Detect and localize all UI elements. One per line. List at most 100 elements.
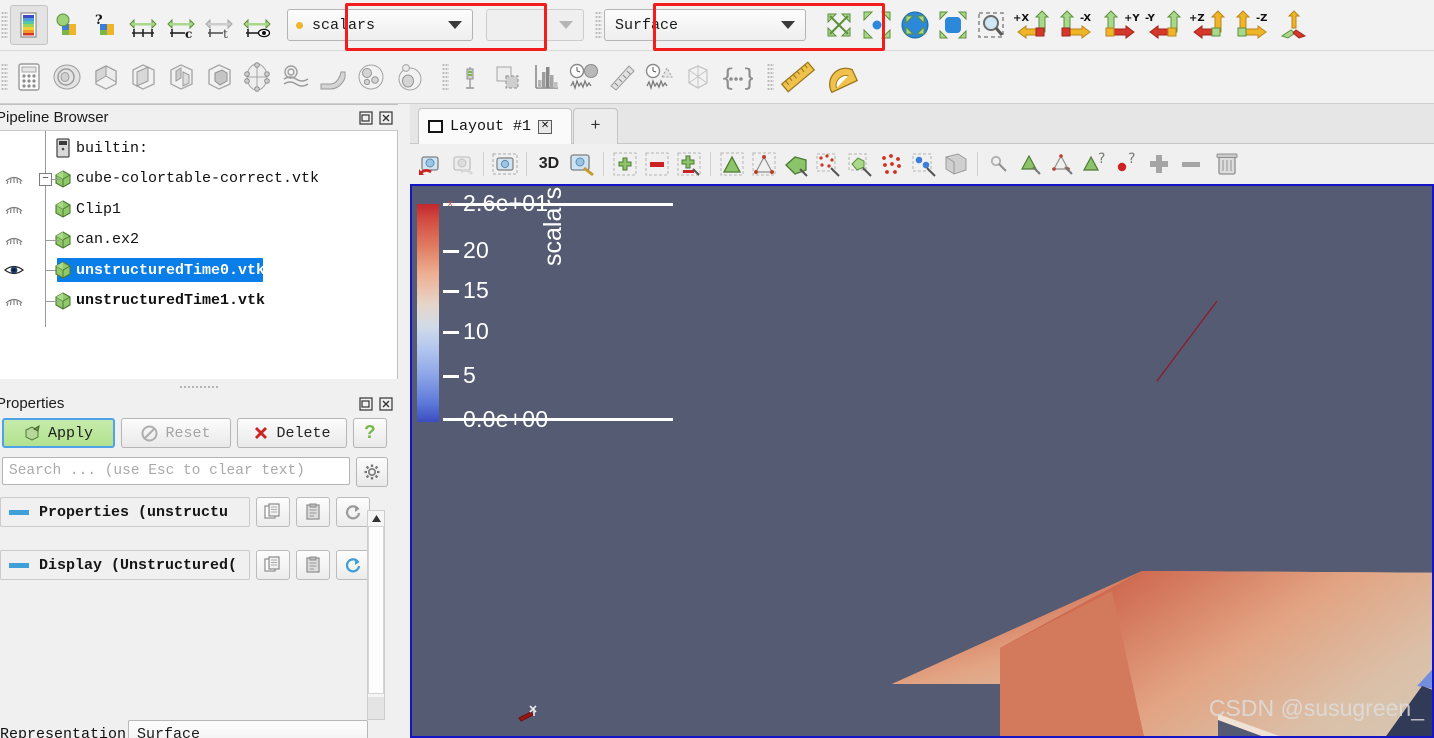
histogram-button[interactable]: [527, 57, 565, 97]
select-cells-query-button[interactable]: [1047, 147, 1079, 181]
group-datasets-filter-button[interactable]: [352, 57, 390, 97]
add-layout-tab-button[interactable]: +: [573, 108, 618, 144]
extract-selection-button[interactable]: [679, 57, 717, 97]
plot-over-line-button[interactable]: [603, 57, 641, 97]
toolbar-grip-5[interactable]: [767, 63, 774, 91]
edit-color-map-button[interactable]: [10, 5, 48, 45]
visibility-toggle[interactable]: [0, 234, 28, 246]
scrollbar-thumb[interactable]: [368, 526, 384, 694]
stream-tracer-filter-button[interactable]: [276, 57, 314, 97]
select-points-polygon-button[interactable]: [876, 147, 908, 181]
copy-icon[interactable]: [256, 497, 290, 527]
rubber-band-zoom-button[interactable]: [972, 5, 1010, 45]
close-icon[interactable]: ✕: [538, 119, 553, 134]
query-points-button[interactable]: ?: [1111, 147, 1143, 181]
plot-selection-over-time-button[interactable]: [565, 57, 603, 97]
visibility-toggle[interactable]: [0, 203, 28, 215]
reset-camera-closest-button[interactable]: [896, 5, 934, 45]
set-view-direction-plus-z-button[interactable]: +Z: [1186, 5, 1230, 45]
toolbar-grip-3[interactable]: [1, 63, 8, 91]
set-view-direction-minus-y-button[interactable]: -Y: [1142, 5, 1186, 45]
camera-link-button[interactable]: [489, 147, 521, 181]
rescale-to-data-range-over-time-button[interactable]: [124, 5, 162, 45]
pipeline-item-cube-colortable-correct[interactable]: − cube-colortable-correct.vtk: [0, 164, 397, 195]
extract-subset-filter-button[interactable]: [200, 57, 238, 97]
rotate-camera-button[interactable]: [1274, 5, 1312, 45]
toolbar-grip-2[interactable]: [595, 11, 602, 39]
plot-over-time-button[interactable]: [641, 57, 679, 97]
add-selection-button[interactable]: [1143, 147, 1175, 181]
plot-data-button[interactable]: [451, 57, 489, 97]
clip-filter-button[interactable]: [86, 57, 124, 97]
set-view-direction-minus-x-button[interactable]: -X: [1054, 5, 1098, 45]
glyph-filter-button[interactable]: [238, 57, 276, 97]
rescale-to-data-range-button[interactable]: [48, 5, 86, 45]
redo-camera-button[interactable]: [446, 147, 478, 181]
toggle-color-legend-button[interactable]: [238, 5, 276, 45]
subtract-selection-button[interactable]: [1175, 147, 1207, 181]
scroll-up-arrow-icon[interactable]: [368, 511, 384, 526]
paste-icon[interactable]: [296, 497, 330, 527]
gear-icon[interactable]: [356, 457, 388, 487]
undock-icon[interactable]: [358, 396, 374, 412]
zoom-closest-to-data-button[interactable]: [934, 5, 972, 45]
close-icon[interactable]: [378, 110, 394, 126]
select-points-on-button[interactable]: [748, 147, 780, 181]
copy-icon[interactable]: [256, 550, 290, 580]
expand-collapse-toggle[interactable]: −: [39, 172, 52, 186]
pipeline-tree[interactable]: builtin: − cube-colortable-correct.vtk C…: [0, 130, 397, 379]
split-vertical-button[interactable]: [641, 147, 673, 181]
select-points-through-button[interactable]: [812, 147, 844, 181]
reset-camera-button[interactable]: [820, 5, 858, 45]
programmable-filter-button[interactable]: { }: [717, 57, 755, 97]
slice-filter-button[interactable]: [124, 57, 162, 97]
set-view-direction-plus-x-button[interactable]: +X: [1010, 5, 1054, 45]
help-button[interactable]: ?: [353, 418, 387, 448]
set-view-direction-minus-z-button[interactable]: -Z: [1230, 5, 1274, 45]
split-horizontal-button[interactable]: [609, 147, 641, 181]
visibility-toggle[interactable]: [0, 173, 28, 185]
calculator-filter-button[interactable]: [10, 57, 48, 97]
search-input[interactable]: [2, 457, 350, 485]
maximize-button[interactable]: [673, 147, 705, 181]
rescale-temporal-button[interactable]: t: [200, 5, 238, 45]
zoom-to-data-button[interactable]: [858, 5, 896, 45]
plot-data-over-time-button[interactable]: [489, 57, 527, 97]
paste-icon[interactable]: [296, 550, 330, 580]
rescale-to-visible-range-button[interactable]: c: [162, 5, 200, 45]
select-cells-through-button[interactable]: [780, 147, 812, 181]
dock-splitter[interactable]: [0, 382, 398, 390]
interaction-mode-3d-label[interactable]: 3D: [532, 147, 566, 181]
pipeline-item-unstructuredtime1[interactable]: unstructuredTime1.vtk: [0, 286, 397, 317]
scroll-down-area[interactable]: [368, 697, 384, 719]
set-view-direction-plus-y-button[interactable]: +Y: [1098, 5, 1142, 45]
toolbar-grip[interactable]: [1, 11, 8, 39]
toolbar-grip-4[interactable]: [442, 63, 449, 91]
reset-button[interactable]: Reset: [121, 418, 231, 448]
pipeline-item-clip1[interactable]: Clip1: [0, 194, 397, 225]
display-section-toggle[interactable]: Display (Unstructured(: [0, 550, 250, 580]
tab-layout-1[interactable]: Layout #1 ✕: [418, 108, 572, 144]
ruler-button[interactable]: [776, 57, 820, 97]
pipeline-item-builtin[interactable]: builtin:: [0, 133, 397, 164]
adjust-camera-button[interactable]: [566, 147, 598, 181]
color-component-combo[interactable]: [486, 9, 584, 41]
hover-cells-button[interactable]: [983, 147, 1015, 181]
close-icon[interactable]: [378, 396, 394, 412]
visibility-toggle[interactable]: [0, 295, 28, 307]
apply-button[interactable]: Apply: [2, 418, 115, 448]
restore-defaults-icon[interactable]: [336, 497, 370, 527]
select-points-query-button[interactable]: ?: [1079, 147, 1111, 181]
visibility-toggle[interactable]: [0, 263, 28, 277]
pipeline-item-can-ex2[interactable]: can.ex2: [0, 225, 397, 256]
render-view[interactable]: 2.6e+01 20 15 10 5 0.0e+00 scalars x CSD…: [410, 184, 1434, 738]
undo-camera-button[interactable]: [414, 147, 446, 181]
warp-by-vector-filter-button[interactable]: [314, 57, 352, 97]
hover-points-button[interactable]: [1015, 147, 1047, 181]
undock-icon[interactable]: [358, 110, 374, 126]
extract-level-filter-button[interactable]: [390, 57, 428, 97]
representation-combo[interactable]: Surface: [604, 9, 806, 41]
properties-scrollbar[interactable]: [367, 510, 385, 720]
rescale-to-custom-range-button[interactable]: ?: [86, 5, 124, 45]
orientation-axes-widget[interactable]: [507, 696, 567, 730]
